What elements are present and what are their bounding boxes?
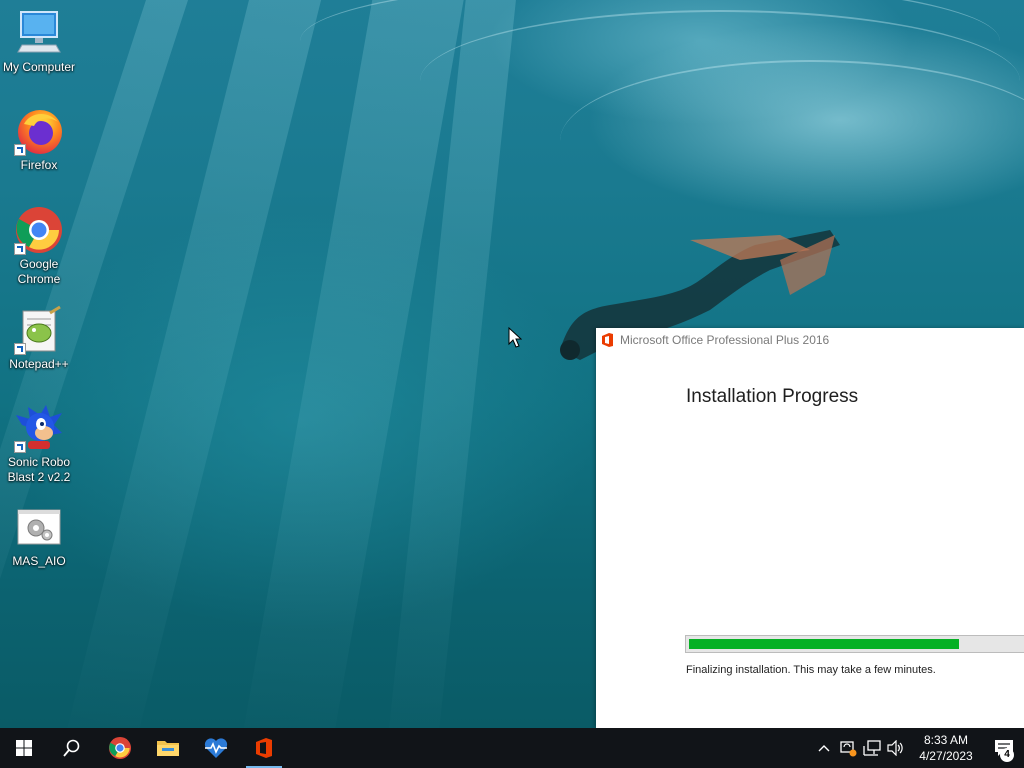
desktop-icon-firefox[interactable]: Firefox — [0, 106, 78, 173]
taskbar-office[interactable] — [240, 728, 288, 768]
desktop-icon-label: My Computer — [2, 60, 76, 74]
chrome-icon — [14, 205, 64, 255]
chevron-up-icon — [818, 745, 830, 752]
shortcut-arrow-icon — [14, 441, 26, 453]
installation-heading: Installation Progress — [686, 386, 859, 407]
network-icon — [863, 740, 881, 756]
shortcut-arrow-icon — [14, 144, 26, 156]
progress-bar-fill — [689, 639, 959, 649]
tray-clock[interactable]: 8:33 AM 4/27/2023 — [908, 732, 984, 764]
show-hidden-icons-button[interactable] — [812, 728, 836, 768]
sonic-icon — [14, 403, 64, 453]
desktop-icon-google-chrome[interactable]: Google Chrome — [0, 205, 78, 287]
taskbar-health-monitor[interactable] — [192, 728, 240, 768]
computer-icon — [14, 8, 64, 58]
volume-icon — [887, 740, 903, 756]
notification-count-badge: 4 — [1000, 748, 1014, 762]
action-center-button[interactable]: 4 — [984, 728, 1024, 768]
batch-file-icon — [14, 502, 64, 552]
desktop-icon-label: Firefox — [20, 158, 58, 172]
mouse-cursor-icon — [508, 327, 522, 348]
start-icon — [16, 740, 32, 756]
health-monitor-icon — [204, 738, 228, 758]
desktop-icon-notepadpp[interactable]: Notepad++ — [0, 305, 78, 372]
system-tray: 8:33 AM 4/27/2023 4 — [812, 728, 1024, 768]
window-title: Microsoft Office Professional Plus 2016 — [620, 333, 830, 347]
installation-status-text: Finalizing installation. This may take a… — [686, 664, 936, 676]
start-button[interactable] — [0, 728, 48, 768]
installation-progress-bar — [685, 635, 1024, 653]
search-icon — [63, 739, 80, 757]
window-titlebar[interactable]: Microsoft Office Professional Plus 2016 — [596, 328, 1024, 352]
desktop-icon-sonic-robo-blast[interactable]: Sonic Robo Blast 2 v2.2 — [0, 403, 78, 485]
windows-update-icon — [840, 741, 857, 757]
tray-update-button[interactable] — [836, 728, 860, 768]
shortcut-arrow-icon — [14, 343, 26, 355]
desktop-icon-label: Notepad++ — [9, 357, 69, 371]
clock-date: 4/27/2023 — [919, 749, 973, 763]
taskbar: 8:33 AM 4/27/2023 4 — [0, 728, 1024, 768]
tray-network-button[interactable] — [860, 728, 884, 768]
firefox-icon — [14, 106, 64, 156]
office-installer-window[interactable]: Microsoft Office Professional Plus 2016 … — [596, 328, 1024, 728]
desktop-icon-my-computer[interactable]: My Computer — [0, 8, 78, 75]
desktop-icon-label: Sonic Robo Blast 2 v2.2 — [7, 455, 71, 484]
file-explorer-icon — [157, 741, 179, 756]
office-logo-icon — [602, 333, 613, 347]
desktop-icon-label: MAS_AIO — [12, 554, 66, 568]
office-icon — [256, 738, 272, 758]
notepadpp-icon — [14, 305, 64, 355]
surface-wave — [560, 60, 1024, 222]
chrome-icon — [108, 736, 132, 760]
desktop-icon-label: Google Chrome — [17, 257, 61, 286]
shortcut-arrow-icon — [14, 243, 26, 255]
clock-time: 8:33 AM — [923, 733, 969, 747]
taskbar-file-explorer[interactable] — [144, 728, 192, 768]
desktop-icon-mas-aio[interactable]: MAS_AIO — [0, 502, 78, 569]
tray-volume-button[interactable] — [884, 728, 908, 768]
search-button[interactable] — [48, 728, 96, 768]
taskbar-chrome[interactable] — [96, 728, 144, 768]
